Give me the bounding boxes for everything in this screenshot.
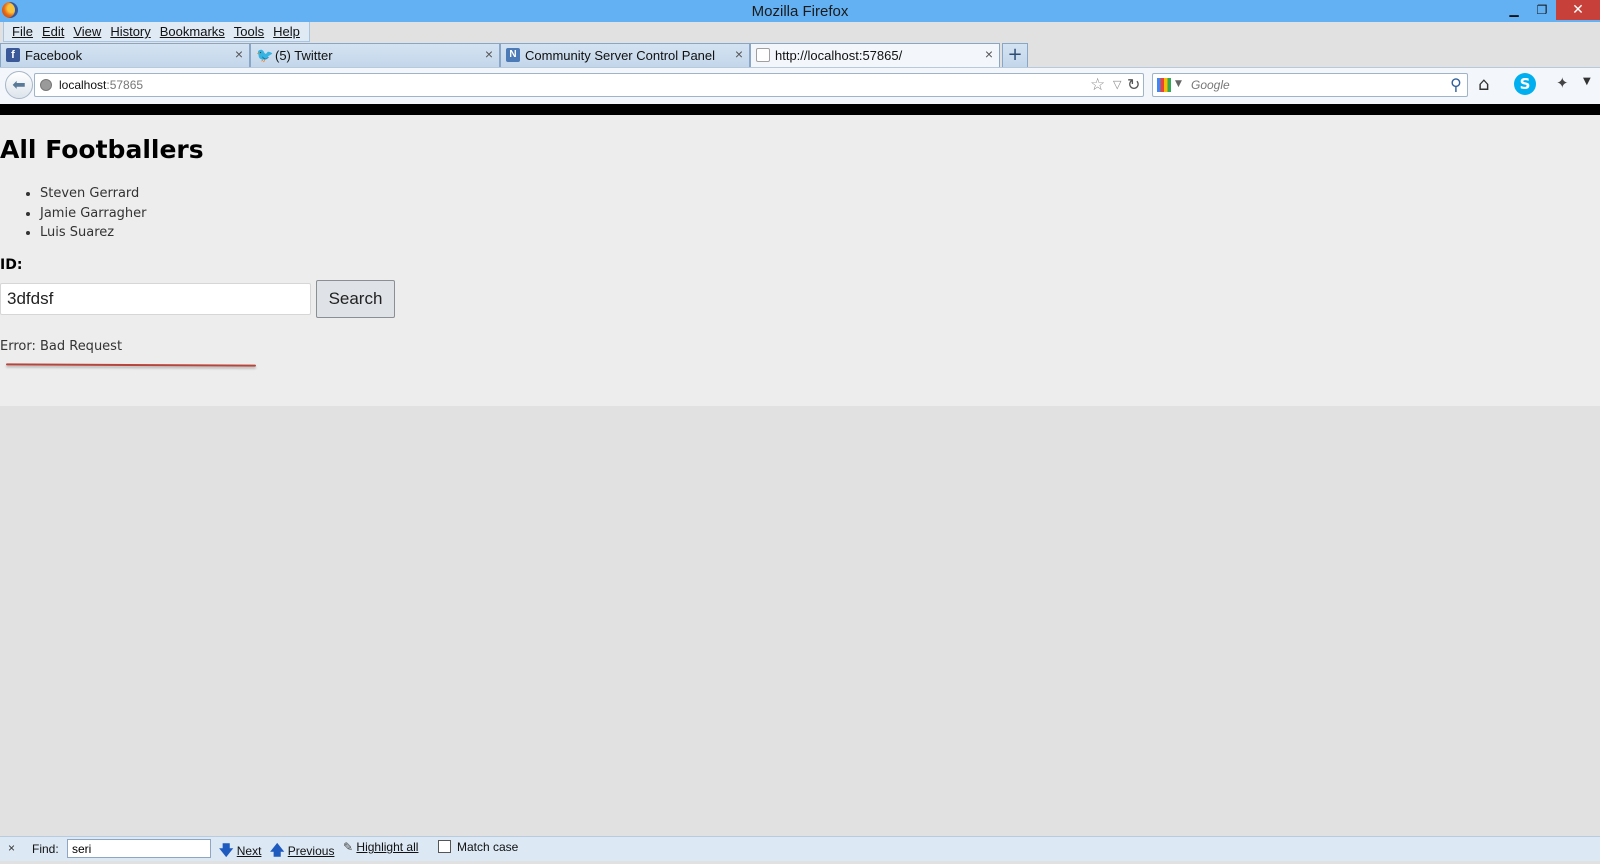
tab-community-server[interactable]: N Community Server Control Panel × [500, 43, 750, 67]
url-host: localhost [59, 78, 107, 92]
tab-strip: f Facebook × 🐦 (5) Twitter × N Community… [0, 43, 1600, 67]
search-bar[interactable]: ▼ Google ⚲ [1152, 73, 1468, 97]
url-text[interactable]: localhost:57865 [59, 78, 143, 92]
find-previous-button[interactable]: 🡅 Previous [270, 840, 334, 864]
highlighter-icon: ✎ [343, 840, 354, 854]
tab-close-icon[interactable]: × [985, 46, 993, 62]
window-title: Mozilla Firefox [751, 3, 849, 20]
list-item: Jamie Garragher [40, 204, 147, 224]
find-bar: × Find: 🡇 Next 🡅 Previous ✎ Highlight al… [0, 836, 1600, 861]
highlight-all-button[interactable]: ✎ Highlight all [343, 840, 418, 854]
highlight-all-label: Highlight all [356, 840, 419, 854]
google-icon[interactable] [1157, 78, 1171, 92]
history-dropdown-icon[interactable]: ▽ [1113, 78, 1121, 91]
page-title: All Footballers [0, 135, 204, 164]
id-label: ID: [0, 257, 23, 273]
url-port: :57865 [106, 78, 144, 92]
find-close-icon[interactable]: × [8, 841, 15, 855]
navigation-bar: ⬅ localhost:57865 ☆ ▽ ↻ ▼ Google ⚲ ⌂ S ✦… [0, 67, 1600, 104]
menu-view[interactable]: View [69, 22, 106, 41]
tab-label: (5) Twitter [275, 48, 333, 63]
community-server-icon: N [506, 48, 520, 62]
tab-label: http://localhost:57865/ [775, 48, 903, 63]
search-button[interactable]: Search [316, 280, 395, 318]
search-icon[interactable]: ⚲ [1450, 75, 1462, 94]
restore-button[interactable]: ❐ [1528, 0, 1556, 20]
menu-history-label: History [110, 24, 151, 39]
find-label: Find: [32, 842, 59, 856]
toolbar-menu-arrow-icon[interactable]: ▼ [1583, 76, 1591, 87]
menu-bookmarks-label: Bookmarks [159, 24, 225, 39]
tab-twitter[interactable]: 🐦 (5) Twitter × [250, 43, 500, 67]
menu-bookmarks[interactable]: Bookmarks [156, 22, 230, 41]
id-input[interactable] [0, 283, 311, 315]
close-window-button[interactable]: ✕ [1556, 0, 1600, 20]
checkbox-box[interactable] [438, 840, 451, 853]
tab-label: Facebook [25, 48, 83, 63]
tab-label: Community Server Control Panel [525, 48, 716, 63]
annotation-underline [5, 363, 257, 367]
error-message: Error: Bad Request [0, 339, 123, 354]
new-tab-button[interactable]: + [1002, 43, 1028, 67]
twitter-icon: 🐦 [256, 47, 274, 63]
tab-close-icon[interactable]: × [735, 46, 743, 62]
menu-edit-label: Edit [41, 24, 65, 39]
find-next-button[interactable]: 🡇 Next [219, 840, 261, 864]
window-titlebar: Mozilla Firefox ▁ ❐ ✕ [0, 0, 1600, 22]
facebook-icon: f [6, 48, 20, 62]
tab-close-icon[interactable]: × [485, 46, 493, 62]
menu-bar: File Edit View History Bookmarks Tools H… [3, 22, 310, 42]
find-next-label: Next [236, 844, 262, 858]
page-header-bar [0, 104, 1600, 115]
url-bar[interactable]: localhost:57865 ☆ ▽ ↻ [34, 73, 1144, 97]
minimize-button[interactable]: ▁ [1500, 0, 1528, 20]
menu-view-label: View [73, 24, 102, 39]
page-content: All Footballers Steven Gerrard Jamie Gar… [0, 115, 1600, 406]
tab-close-icon[interactable]: × [235, 46, 243, 62]
menu-help-label: Help [273, 24, 300, 39]
list-item: Steven Gerrard [40, 184, 147, 204]
menu-file-label: File [12, 24, 33, 39]
menu-file[interactable]: File [8, 22, 38, 41]
arrow-up-icon: 🡅 [270, 842, 285, 858]
menu-tools[interactable]: Tools [230, 22, 269, 41]
search-input[interactable]: Google [1191, 78, 1230, 92]
find-input[interactable] [67, 839, 211, 858]
back-button[interactable]: ⬅ [5, 71, 33, 99]
find-previous-label: Previous [287, 844, 335, 858]
tab-localhost[interactable]: http://localhost:57865/ × [750, 43, 1000, 67]
reload-icon[interactable]: ↻ [1127, 75, 1140, 94]
match-case-label: Match case [457, 840, 519, 854]
search-engine-dropdown-icon[interactable]: ▼ [1175, 79, 1182, 89]
skype-icon[interactable]: S [1514, 73, 1536, 95]
match-case-checkbox[interactable]: Match case [438, 840, 518, 854]
bookmark-star-icon[interactable]: ☆ [1090, 75, 1105, 95]
menu-tools-label: Tools [233, 24, 265, 39]
menu-edit[interactable]: Edit [38, 22, 69, 41]
blank-page-icon [756, 48, 770, 62]
globe-icon [40, 79, 52, 91]
menu-help[interactable]: Help [269, 22, 305, 41]
addon-icon[interactable]: ✦ [1556, 74, 1569, 92]
footballer-list: Steven Gerrard Jamie Garragher Luis Suar… [20, 184, 147, 243]
list-item: Luis Suarez [40, 223, 147, 243]
arrow-down-icon: 🡇 [219, 842, 234, 858]
home-icon[interactable]: ⌂ [1478, 74, 1489, 95]
back-arrow-icon: ⬅ [12, 75, 26, 94]
tab-facebook[interactable]: f Facebook × [0, 43, 250, 67]
menu-history[interactable]: History [106, 22, 155, 41]
